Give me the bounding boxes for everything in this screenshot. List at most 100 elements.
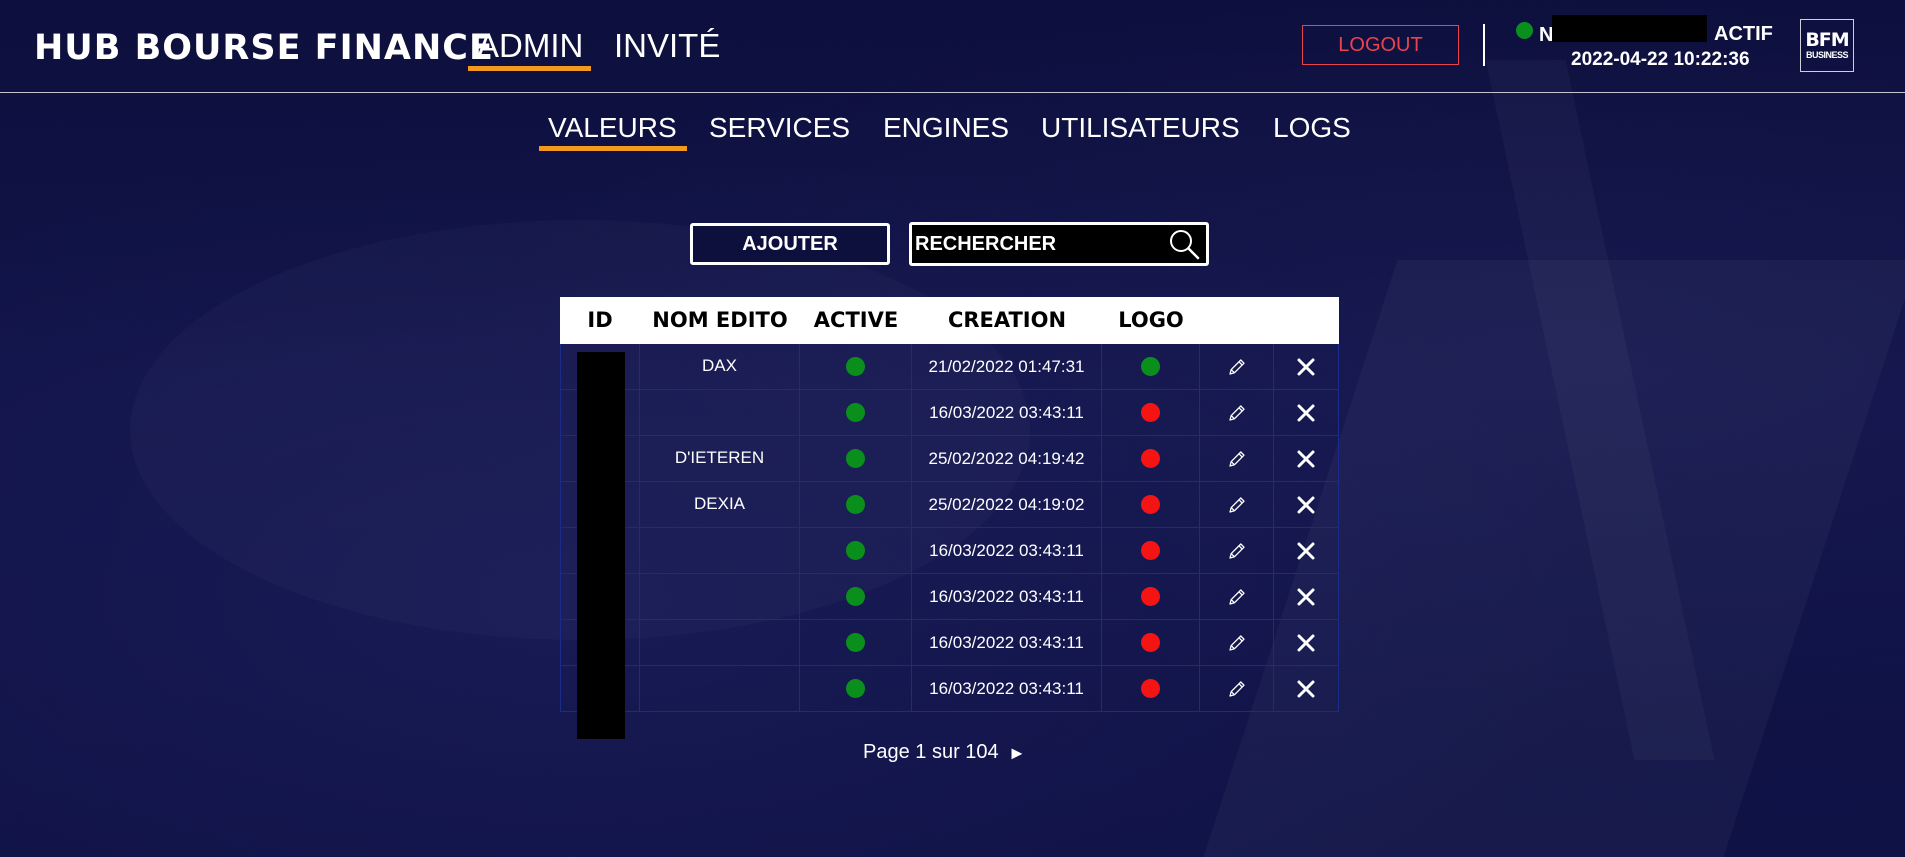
logout-button[interactable]: LOGOUT — [1302, 25, 1459, 65]
logo-status-red-icon — [1141, 403, 1160, 422]
cell-creation: 16/03/2022 03:43:11 — [912, 390, 1102, 436]
cell-nom-edito: DAX — [640, 344, 800, 390]
cell-logo — [1102, 666, 1200, 712]
close-icon[interactable] — [1296, 679, 1316, 699]
active-status-green-icon — [846, 541, 865, 560]
nav-admin[interactable]: ADMIN — [477, 27, 583, 65]
cell-nom-edito: D'IETEREN — [640, 436, 800, 482]
pencil-icon[interactable] — [1227, 495, 1247, 515]
close-icon[interactable] — [1296, 587, 1316, 607]
cell-active — [800, 436, 912, 482]
cell-nom-edito — [640, 574, 800, 620]
close-icon[interactable] — [1296, 403, 1316, 423]
cell-edit — [1200, 482, 1274, 528]
status-indicator-icon — [1516, 22, 1533, 39]
cell-delete — [1274, 666, 1339, 712]
close-icon[interactable] — [1296, 633, 1316, 653]
nom-edito-text: DAX — [702, 356, 737, 375]
cell-delete — [1274, 390, 1339, 436]
table-row: D'IETEREN 25/02/2022 04:19:42 — [560, 436, 1339, 482]
tab-engines[interactable]: ENGINES — [883, 112, 1009, 144]
tab-services[interactable]: SERVICES — [709, 112, 850, 144]
logo-line-2: BUSINESS — [1805, 50, 1849, 60]
status-text: ACTIF — [1714, 23, 1773, 45]
cell-nom-edito — [640, 666, 800, 712]
active-status-green-icon — [846, 357, 865, 376]
creation-date-text: 16/03/2022 03:43:11 — [929, 679, 1084, 698]
nom-edito-text: DEXIA — [693, 494, 746, 513]
active-status-green-icon — [846, 403, 865, 422]
nom-edito-text: D'IETEREN — [674, 448, 765, 467]
cell-creation: 21/02/2022 01:47:31 — [912, 344, 1102, 390]
search-icon[interactable] — [1168, 228, 1200, 260]
pencil-icon[interactable] — [1227, 357, 1247, 377]
pencil-icon[interactable] — [1227, 449, 1247, 469]
cell-active — [800, 574, 912, 620]
header-divider — [1483, 24, 1485, 66]
close-icon[interactable] — [1296, 357, 1316, 377]
valeurs-table: ID NOM EDITO ACTIVE CREATION LOGO DAX 21/… — [560, 297, 1339, 712]
current-datetime: 2022-04-22 10:22:36 — [1571, 49, 1750, 70]
pencil-icon[interactable] — [1227, 587, 1247, 607]
table-row: DAX 21/02/2022 01:47:31 — [560, 344, 1339, 390]
close-icon[interactable] — [1296, 541, 1316, 561]
cell-creation: 16/03/2022 03:43:11 — [912, 528, 1102, 574]
table-row: 16/03/2022 03:43:11 — [560, 666, 1339, 712]
logo-status-green-icon — [1141, 357, 1160, 376]
close-icon[interactable] — [1296, 449, 1316, 469]
bfm-business-logo: BFM BUSINESS — [1800, 19, 1854, 72]
cell-nom-edito — [640, 620, 800, 666]
cell-delete — [1274, 482, 1339, 528]
logo-status-red-icon — [1141, 449, 1160, 468]
table-row: 16/03/2022 03:43:11 — [560, 390, 1339, 436]
cell-active — [800, 620, 912, 666]
cell-logo — [1102, 620, 1200, 666]
pencil-icon[interactable] — [1227, 403, 1247, 423]
pencil-icon[interactable] — [1227, 679, 1247, 699]
column-header-delete — [1274, 297, 1339, 344]
tab-logs[interactable]: LOGS — [1273, 112, 1351, 144]
close-icon[interactable] — [1296, 495, 1316, 515]
search-input[interactable] — [915, 230, 1155, 258]
cell-logo — [1102, 528, 1200, 574]
tab-utilisateurs[interactable]: UTILISATEURS — [1041, 112, 1240, 144]
table-header: ID NOM EDITO ACTIVE CREATION LOGO — [560, 297, 1339, 344]
search-box — [909, 222, 1209, 266]
cell-logo — [1102, 574, 1200, 620]
tab-valeurs-active-indicator — [539, 146, 687, 151]
next-page-button[interactable]: ► — [1008, 743, 1026, 764]
column-header-active: ACTIVE — [813, 308, 899, 332]
add-button[interactable]: AJOUTER — [690, 223, 890, 265]
nav-admin-active-indicator — [468, 66, 591, 71]
cell-edit — [1200, 666, 1274, 712]
cell-active — [800, 666, 912, 712]
top-bar: HUB BOURSE FINANCE ADMIN INVITÉ LOGOUT N… — [0, 0, 1905, 93]
pencil-icon[interactable] — [1227, 633, 1247, 653]
tab-valeurs[interactable]: VALEURS — [548, 112, 677, 144]
logo-status-red-icon — [1141, 541, 1160, 560]
cell-logo — [1102, 344, 1200, 390]
active-status-green-icon — [846, 633, 865, 652]
column-header-logo: LOGO — [1118, 308, 1184, 332]
cell-logo — [1102, 390, 1200, 436]
brand-title: HUB BOURSE FINANCE — [34, 28, 494, 68]
cell-delete — [1274, 620, 1339, 666]
creation-date-text: 21/02/2022 01:47:31 — [928, 357, 1085, 376]
creation-date-text: 16/03/2022 03:43:11 — [929, 403, 1084, 422]
nav-invite[interactable]: INVITÉ — [614, 27, 720, 65]
creation-date-text: 25/02/2022 04:19:42 — [928, 449, 1085, 468]
creation-date-text: 16/03/2022 03:43:11 — [929, 541, 1084, 560]
active-status-green-icon — [846, 495, 865, 514]
active-status-green-icon — [846, 449, 865, 468]
cell-delete — [1274, 528, 1339, 574]
cell-creation: 16/03/2022 03:43:11 — [912, 574, 1102, 620]
column-header-id: ID — [587, 308, 613, 332]
cell-creation: 16/03/2022 03:43:11 — [912, 666, 1102, 712]
cell-delete — [1274, 436, 1339, 482]
table-row: 16/03/2022 03:43:11 — [560, 528, 1339, 574]
cell-logo — [1102, 436, 1200, 482]
table-row: 16/03/2022 03:43:11 — [560, 574, 1339, 620]
cell-logo — [1102, 482, 1200, 528]
pencil-icon[interactable] — [1227, 541, 1247, 561]
cell-delete — [1274, 574, 1339, 620]
